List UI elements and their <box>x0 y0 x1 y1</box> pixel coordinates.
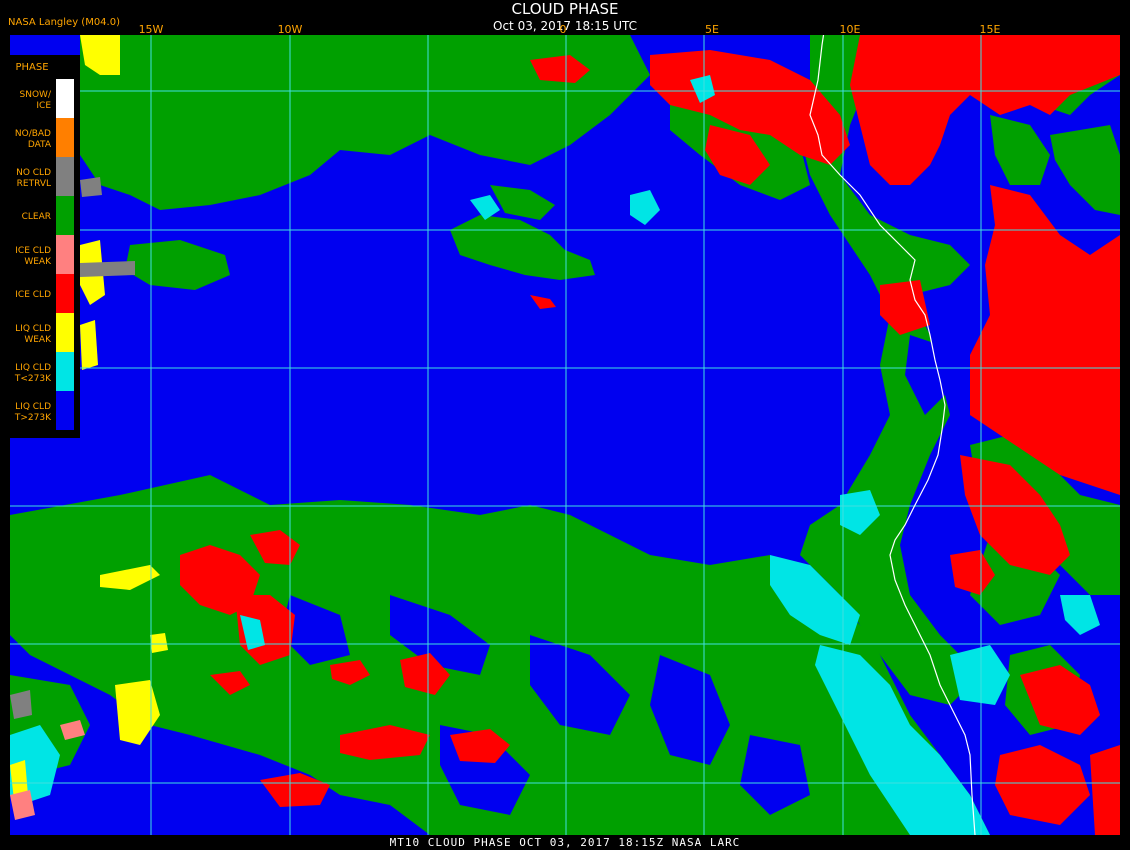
legend-label-liquid-cloud-warm: LIQ CLD T>273K <box>14 402 51 423</box>
legend-swatch-snow-ice <box>56 79 74 118</box>
legend-swatch-ice-cloud <box>56 274 74 313</box>
legend-label-snow-ice: SNOW/ ICE <box>19 90 51 111</box>
legend-label-ice-cloud-weak: ICE CLD WEAK <box>15 246 51 267</box>
legend-swatch-clear <box>56 196 74 235</box>
legend-swatch-liquid-cloud-warm <box>56 391 74 430</box>
legend-label-no-bad-data: NO/BAD DATA <box>14 129 51 150</box>
map-title: CLOUD PHASE <box>511 0 619 18</box>
legend-swatch-ice-cloud-weak <box>56 235 74 274</box>
legend-label-clear: CLEAR <box>21 212 51 222</box>
legend-title: PHASE <box>15 62 49 73</box>
legend-swatch-liquid-cloud-cool <box>56 352 74 391</box>
legend-swatch-liquid-cloud-weak <box>56 313 74 352</box>
map-footer: MT10 CLOUD PHASE OCT 03, 2017 18:15Z NAS… <box>389 836 741 849</box>
cloud-phase-map <box>10 35 1120 835</box>
legend-label-liquid-cloud-weak: LIQ CLD WEAK <box>15 324 51 345</box>
legend-label-liquid-cloud-cool: LIQ CLD T<273K <box>14 363 51 384</box>
phase-legend: PHASE SNOW/ ICE NO/BAD DATA NO CLD RETRV… <box>8 55 80 438</box>
legend-label-no-cloud-retrieval: NO CLD RETRVL <box>16 168 51 189</box>
legend-swatch-no-bad-data <box>56 118 74 157</box>
legend-swatch-no-cloud-retrieval <box>56 157 74 196</box>
legend-label-ice-cloud: ICE CLD <box>15 290 51 300</box>
producer-label: NASA Langley (M04.0) <box>8 17 120 28</box>
